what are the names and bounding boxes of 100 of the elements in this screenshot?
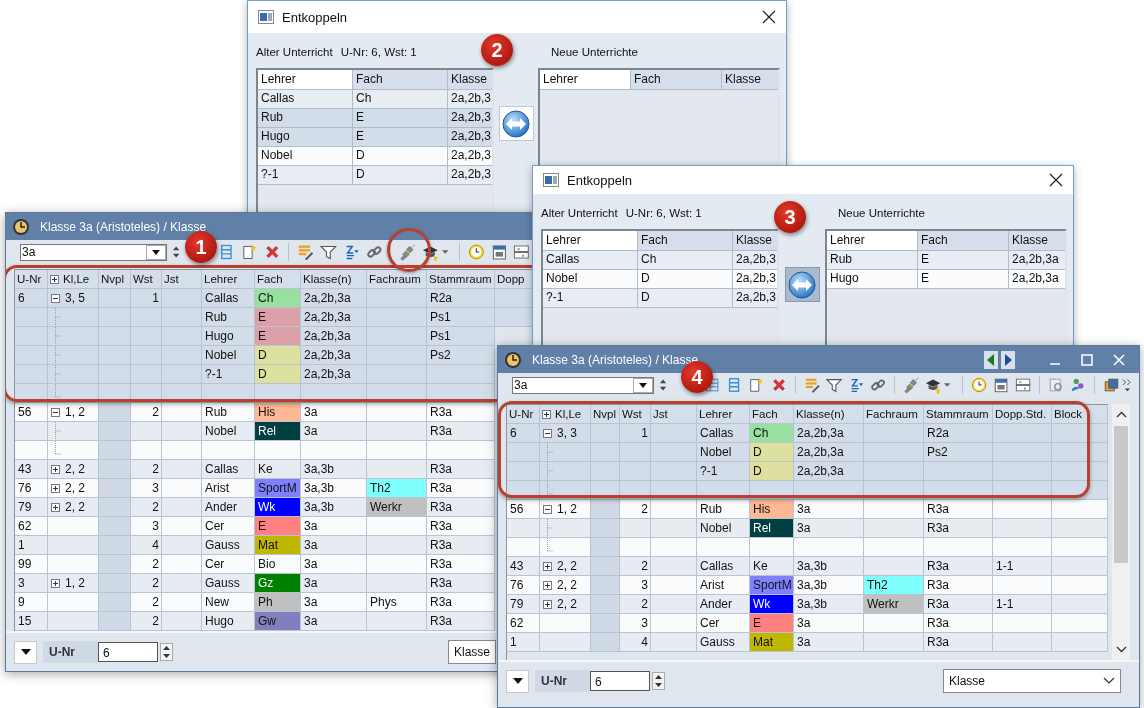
filter-icon[interactable] xyxy=(320,243,337,261)
table-row[interactable]: 6 3, 5 1 Callas Ch 2a,2b,3a R2a xyxy=(15,289,533,308)
column-header[interactable]: Klasse(n) xyxy=(796,408,845,420)
expand-icon[interactable] xyxy=(51,502,60,512)
spinner-icon[interactable] xyxy=(171,244,181,260)
table-row[interactable]: 43 2, 2 2 Callas Ke 3a,3b R3a 1-1 xyxy=(507,557,1108,576)
column-header[interactable]: Fachraum xyxy=(866,408,918,420)
expand-icon[interactable] xyxy=(51,578,60,588)
column-header[interactable]: Jst xyxy=(653,408,668,420)
table-row[interactable]: Rub E 2a,2b,3 xyxy=(258,108,492,127)
table-row[interactable]: Nobel Rel 3a R3a xyxy=(507,519,1108,538)
view-dropdown[interactable]: Klasse xyxy=(448,640,496,664)
link-icon[interactable] xyxy=(870,376,887,394)
expand-icon[interactable] xyxy=(543,561,552,571)
table-row[interactable]: Nobel D 2a,2b,3a Ps2 xyxy=(507,443,1108,462)
table-row[interactable]: ?-1 D 2a,2b,3a xyxy=(15,365,495,384)
column-header[interactable]: Lehrer xyxy=(258,70,353,90)
previous-button[interactable] xyxy=(984,350,998,369)
grid-icon[interactable] xyxy=(1014,376,1031,394)
table-row[interactable]: 62 3 Cer E 3a R3a xyxy=(507,614,1108,633)
table-row[interactable]: 3 1, 2 2 Gauss Gz 3a R3a xyxy=(15,574,495,593)
calendar-icon[interactable] xyxy=(490,243,508,261)
table-row[interactable]: Callas Ch 2a,2b,3 xyxy=(543,250,777,269)
table-row[interactable]: 1 4 Gauss Mat 3a R3a xyxy=(15,536,495,555)
table-row[interactable]: 43 2, 2 2 Callas Ke 3a,3b R3a xyxy=(15,460,495,479)
table-row[interactable]: 99 2 Cer Bio 3a R3a xyxy=(15,555,495,574)
table-row[interactable]: 76 2, 2 3 Arist SportM 3a,3b Th2 R3a xyxy=(507,576,1108,595)
number-field[interactable]: 6 xyxy=(98,642,158,662)
column-header[interactable]: Fach xyxy=(638,231,733,251)
table-row[interactable]: Nobel D 2a,2b,3 xyxy=(258,146,492,165)
expand-icon[interactable] xyxy=(543,580,552,590)
table-row[interactable]: ?-1 D 2a,2b,3 xyxy=(543,288,777,307)
column-header[interactable]: Stammraum xyxy=(926,408,989,420)
expand-icon[interactable] xyxy=(50,274,59,284)
column-header[interactable]: Fach xyxy=(631,70,722,90)
column-header[interactable]: Block xyxy=(1054,408,1083,420)
table-row[interactable]: 56 1, 2 2 Rub His 3a R3a xyxy=(15,403,495,422)
overflow-icon[interactable] xyxy=(1122,376,1133,394)
expand-icon[interactable] xyxy=(543,599,552,609)
collapse-icon[interactable] xyxy=(543,504,552,514)
class-dropdown[interactable]: 3a xyxy=(20,243,167,261)
column-header[interactable]: Fach xyxy=(752,408,778,420)
link-icon[interactable] xyxy=(365,243,383,261)
column-header[interactable]: Klasse(n) xyxy=(303,273,352,285)
filter-icon[interactable] xyxy=(825,376,842,394)
table-row[interactable]: Rub E 2a,2b,3a xyxy=(827,250,1065,269)
swap-button[interactable] xyxy=(498,106,534,141)
spinner-icon[interactable] xyxy=(652,672,665,690)
column-header[interactable]: Lehrer xyxy=(827,231,918,251)
table-row[interactable]: Nobel Rel 3a R3a xyxy=(15,422,495,441)
column-header[interactable]: U-Nr xyxy=(17,273,42,285)
column-header[interactable]: Stammraum xyxy=(429,273,492,285)
spinner-icon[interactable] xyxy=(659,377,668,393)
column-header[interactable]: Lehrer xyxy=(543,231,638,251)
class-dropdown[interactable]: 3a xyxy=(512,376,654,394)
table-row[interactable]: 79 2, 2 2 Ander Wk 3a,3b Werkr R3a xyxy=(15,498,495,517)
column-header[interactable]: Nvpl xyxy=(593,408,616,420)
calendar-icon[interactable] xyxy=(992,376,1009,394)
plug-icon[interactable] xyxy=(399,243,416,261)
scrollbar[interactable] xyxy=(1112,404,1130,660)
scroll-thumb[interactable] xyxy=(1114,426,1128,563)
new-document-icon[interactable] xyxy=(241,243,258,261)
menu-button[interactable] xyxy=(14,640,37,664)
table-row[interactable]: 56 1, 2 2 Rub His 3a R3a xyxy=(507,500,1108,519)
table-row[interactable]: 6 3, 3 1 Callas Ch 2a,2b,3a R2a xyxy=(507,424,1108,443)
column-header[interactable]: Kl,Le xyxy=(555,408,582,420)
column-header[interactable]: U-Nr xyxy=(509,408,534,420)
expand-icon[interactable] xyxy=(51,464,60,474)
dropdown-caret-icon[interactable] xyxy=(633,377,653,393)
table-row[interactable]: 62 3 Cer E 3a R3a xyxy=(15,517,495,536)
close-icon[interactable] xyxy=(762,10,776,24)
column-header[interactable]: Klasse xyxy=(1009,231,1065,251)
column-header[interactable]: Lehrer xyxy=(699,408,733,420)
table-row[interactable]: Hugo E 2a,2b,3a xyxy=(827,269,1065,288)
column-header[interactable]: Klasse xyxy=(448,70,492,90)
spinner-icon[interactable] xyxy=(160,643,173,661)
table-row[interactable]: 79 2, 2 2 Ander Wk 3a,3b Werkr R3a 1-1 xyxy=(507,595,1108,614)
column-header[interactable]: Kl,Le xyxy=(63,273,90,285)
swap-button[interactable] xyxy=(784,267,820,302)
new-document-icon[interactable] xyxy=(748,376,765,394)
expand-icon[interactable] xyxy=(51,483,60,493)
table-row[interactable]: 9 2 New Ph 3a Phys R3a xyxy=(15,593,495,612)
table-row[interactable]: Hugo E 2a,2b,3 xyxy=(258,127,492,146)
column-header[interactable]: Klasse xyxy=(733,231,777,251)
column-header[interactable]: Klasse xyxy=(722,70,778,90)
column-header[interactable]: Lehrer xyxy=(204,273,238,285)
collapse-icon[interactable] xyxy=(543,428,552,438)
table-row[interactable]: Rub E 2a,2b,3a Ps1 xyxy=(15,308,533,327)
column-header[interactable]: Fach xyxy=(353,70,448,90)
menu-button[interactable] xyxy=(506,669,529,693)
edit-list-icon[interactable] xyxy=(803,376,820,394)
table-row[interactable]: Nobel D 2a,2b,3a Ps2 xyxy=(15,346,495,365)
delete-icon[interactable] xyxy=(263,243,281,261)
grid-icon[interactable] xyxy=(513,243,531,261)
number-field[interactable]: 6 xyxy=(590,671,650,691)
caret-icon[interactable] xyxy=(944,383,951,387)
edit-list-icon[interactable] xyxy=(297,243,315,261)
collapse-icon[interactable] xyxy=(51,407,60,417)
column-header[interactable]: Fach xyxy=(918,231,1009,251)
caret-icon[interactable] xyxy=(441,250,449,254)
